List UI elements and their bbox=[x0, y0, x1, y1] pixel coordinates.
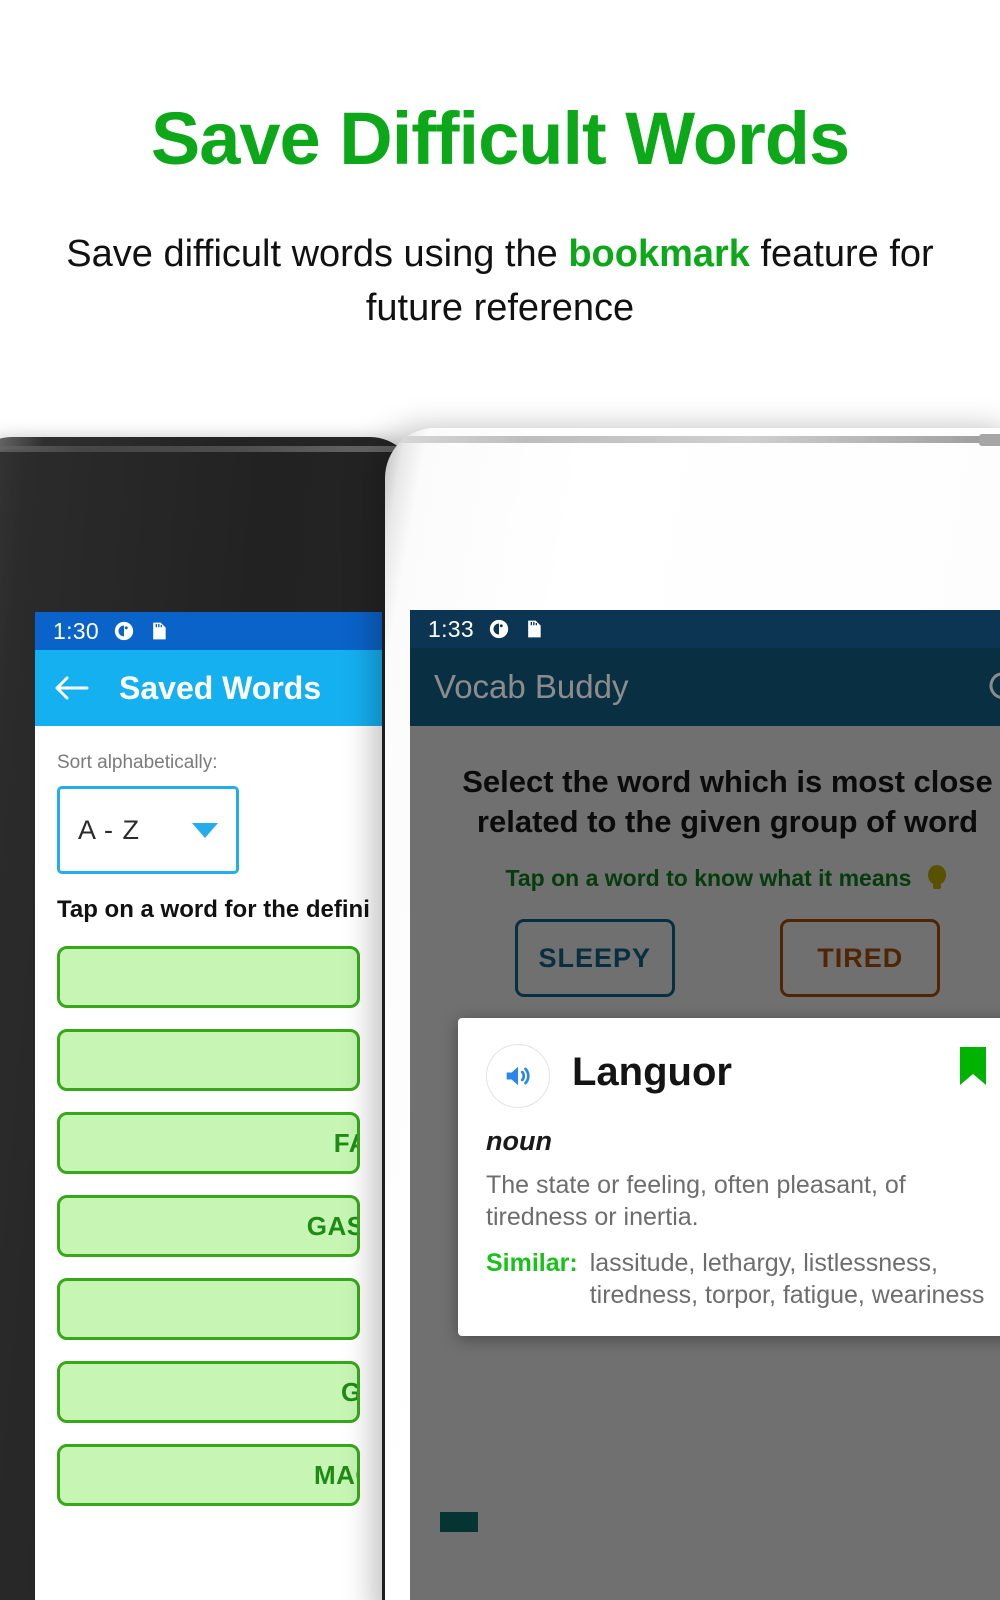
sd-card-icon bbox=[153, 622, 166, 640]
definition-text: The state or feeling, often pleasant, of… bbox=[486, 1171, 906, 1231]
left-app-bar-title: Saved Words bbox=[119, 669, 322, 706]
lightbulb-icon bbox=[928, 865, 947, 890]
subtitle-highlight: bookmark bbox=[568, 233, 750, 275]
dark-phone-device: 1:30 Saved Words Sort alphabetically: A … bbox=[0, 437, 416, 1600]
bookmark-icon[interactable] bbox=[958, 1046, 988, 1086]
white-phone-top-edge bbox=[399, 436, 1000, 443]
subtitle-part1: Save difficult words using the bbox=[66, 233, 569, 275]
sort-dropdown[interactable]: A - Z bbox=[57, 786, 239, 874]
left-status-time: 1:30 bbox=[53, 617, 99, 644]
back-arrow-icon[interactable] bbox=[53, 673, 89, 703]
clock-icon bbox=[114, 621, 134, 641]
quiz-question-line2: related to the given group of word bbox=[476, 803, 979, 839]
list-item[interactable]: MACHIN bbox=[57, 1444, 360, 1506]
quiz-question-line1: Select the word which is most close bbox=[462, 764, 993, 799]
white-phone-device: 1:33 Vocab Buddy Select the word which i… bbox=[385, 428, 1000, 1600]
saved-words-body: Sort alphabetically: A - Z Tap on a word… bbox=[35, 726, 382, 1506]
refresh-icon[interactable] bbox=[985, 669, 1000, 705]
left-app-bar: Saved Words bbox=[35, 650, 382, 726]
clock-icon bbox=[489, 619, 509, 639]
list-item[interactable]: GASTRO bbox=[57, 1195, 360, 1257]
quiz-hint-text: Tap on a word to know what it means bbox=[505, 864, 912, 891]
saved-word-list: DIST EPIC FANTA GASTRO GO GOUR MACHIN bbox=[57, 946, 360, 1506]
saved-words-screen: 1:30 Saved Words Sort alphabetically: A … bbox=[35, 612, 382, 1600]
chevron-down-icon bbox=[192, 822, 218, 838]
saved-word-label: GASTRO bbox=[306, 1210, 360, 1241]
saved-word-label: EPIC bbox=[358, 1045, 360, 1076]
part-of-speech: noun bbox=[486, 1126, 552, 1156]
page-subtitle: Save difficult words using the bookmark … bbox=[60, 228, 940, 336]
quiz-options-row: SLEEPY TIRED bbox=[436, 919, 1000, 998]
saved-word-label: MACHIN bbox=[314, 1459, 357, 1490]
similar-words-row: Similar: lassitude, lethargy, listlessne… bbox=[486, 1247, 988, 1311]
saved-word-label: FANTA bbox=[333, 1127, 357, 1158]
white-phone-antenna-band bbox=[979, 434, 1000, 446]
list-item[interactable]: EPIC bbox=[57, 1029, 360, 1091]
list-item[interactable]: GO bbox=[57, 1278, 360, 1340]
speaker-icon[interactable] bbox=[486, 1044, 550, 1108]
sort-label: Sort alphabetically: bbox=[57, 752, 218, 773]
quiz-hint-row: Tap on a word to know what it means bbox=[436, 863, 1000, 893]
right-app-bar: Vocab Buddy bbox=[410, 648, 1000, 726]
saved-word-label: GOUR bbox=[341, 1376, 360, 1407]
definition-card-header: Languor bbox=[486, 1044, 988, 1108]
definition-word: Languor bbox=[572, 1050, 732, 1094]
right-status-time: 1:33 bbox=[428, 615, 474, 642]
quiz-option-sleepy[interactable]: SLEEPY bbox=[514, 919, 675, 998]
page-title: Save Difficult Words bbox=[150, 97, 850, 180]
list-item[interactable]: FANTA bbox=[57, 1112, 360, 1174]
quiz-option-tired[interactable]: TIRED bbox=[780, 919, 941, 998]
similar-label: Similar: bbox=[486, 1249, 578, 1277]
right-app-bar-title: Vocab Buddy bbox=[434, 668, 629, 705]
similar-words: lassitude, lethargy, listlessness, tired… bbox=[589, 1249, 985, 1309]
list-item[interactable]: GOUR bbox=[57, 1361, 360, 1423]
dark-phone-top-edge bbox=[0, 446, 410, 452]
left-status-bar: 1:30 bbox=[35, 612, 382, 650]
definition-card: Languor noun The state or feeling, often… bbox=[458, 1018, 1000, 1336]
promo-screenshot: Save Difficult Words Save difficult word… bbox=[0, 0, 1000, 1600]
sort-value: A - Z bbox=[78, 814, 141, 845]
list-hint-text: Tap on a word for the defini bbox=[57, 896, 370, 923]
right-status-bar: 1:33 bbox=[410, 610, 1000, 648]
quiz-option-hidden-left[interactable] bbox=[440, 1512, 478, 1532]
sd-card-icon bbox=[528, 620, 541, 638]
list-item[interactable]: DIST bbox=[57, 946, 360, 1008]
